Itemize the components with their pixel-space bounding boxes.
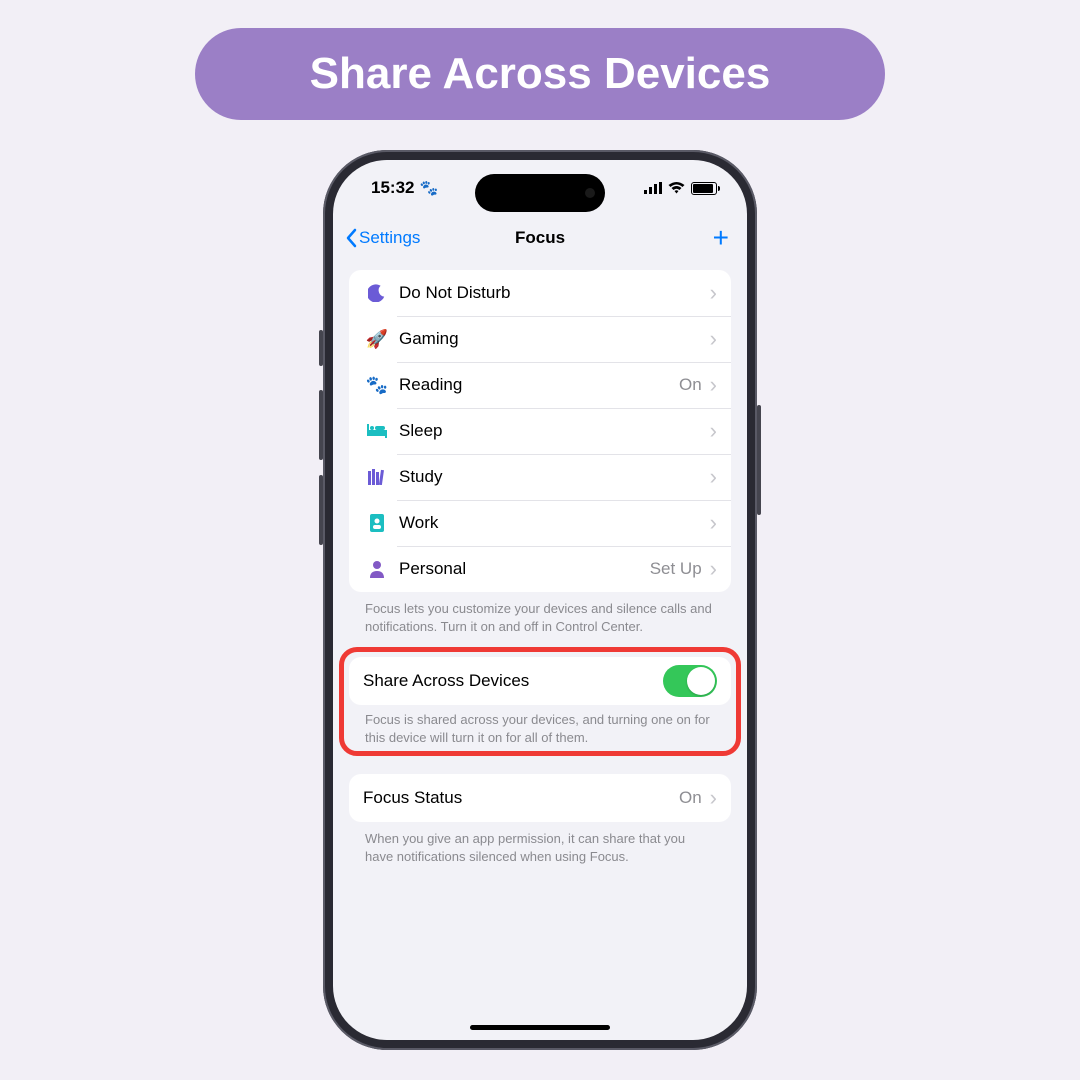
focus-row-work[interactable]: Work › [349,500,731,546]
chevron-right-icon: › [710,282,717,304]
row-label: Gaming [399,329,459,349]
back-button[interactable]: Settings [345,228,420,248]
page-title: Focus [515,228,565,248]
chevron-left-icon [345,228,357,248]
focus-row-sleep[interactable]: Sleep › [349,408,731,454]
focus-list: Do Not Disturb › 🚀 Gaming › 🐾 Reading [349,270,731,592]
badge-icon [363,514,391,532]
chevron-right-icon: › [710,787,717,809]
side-button [319,475,323,545]
rocket-icon: 🚀 [363,329,391,350]
side-button [319,390,323,460]
cellular-icon [644,182,662,194]
row-label: Personal [399,559,466,579]
status-time: 15:32 [371,178,414,198]
focus-row-personal[interactable]: Personal Set Up › [349,546,731,592]
back-label: Settings [359,228,420,248]
chevron-right-icon: › [710,466,717,488]
chevron-right-icon: › [710,420,717,442]
paw-icon: 🐾 [419,179,438,197]
focus-row-gaming[interactable]: 🚀 Gaming › [349,316,731,362]
screen: 15:32 🐾 Settings Focus + [333,160,747,1040]
row-label: Focus Status [363,788,462,808]
focus-row-study[interactable]: Study › [349,454,731,500]
chevron-right-icon: › [710,558,717,580]
dynamic-island [475,174,605,212]
row-value: Set Up [650,559,702,579]
chevron-right-icon: › [710,328,717,350]
side-button [319,330,323,366]
row-label: Work [399,513,438,533]
chevron-right-icon: › [710,512,717,534]
person-icon [363,560,391,578]
bed-icon [363,424,391,438]
add-button[interactable]: + [707,222,735,254]
phone-frame: 15:32 🐾 Settings Focus + [323,150,757,1050]
home-indicator[interactable] [470,1025,610,1030]
row-label: Sleep [399,421,442,441]
share-label: Share Across Devices [363,671,529,691]
banner-title: Share Across Devices [310,49,771,99]
row-value: On [679,788,702,808]
side-button [757,405,761,515]
share-footer: Focus is shared across your devices, and… [349,705,731,746]
focus-row-reading[interactable]: 🐾 Reading On › [349,362,731,408]
focus-footer: Focus lets you customize your devices an… [349,592,731,635]
nav-bar: Settings Focus + [333,216,747,260]
focus-status-footer: When you give an app permission, it can … [349,822,731,865]
moon-icon [363,284,391,302]
row-value: On [679,375,702,395]
share-across-devices-row: Share Across Devices [349,657,731,705]
books-icon [363,469,391,485]
row-label: Study [399,467,442,487]
row-label: Do Not Disturb [399,283,510,303]
paw-icon: 🐾 [363,375,391,396]
wifi-icon [668,182,685,194]
battery-icon [691,182,717,195]
share-toggle[interactable] [663,665,717,697]
focus-status-row[interactable]: Focus Status On › [349,774,731,822]
chevron-right-icon: › [710,374,717,396]
row-label: Reading [399,375,462,395]
focus-row-do-not-disturb[interactable]: Do Not Disturb › [349,270,731,316]
instruction-banner: Share Across Devices [195,28,885,120]
